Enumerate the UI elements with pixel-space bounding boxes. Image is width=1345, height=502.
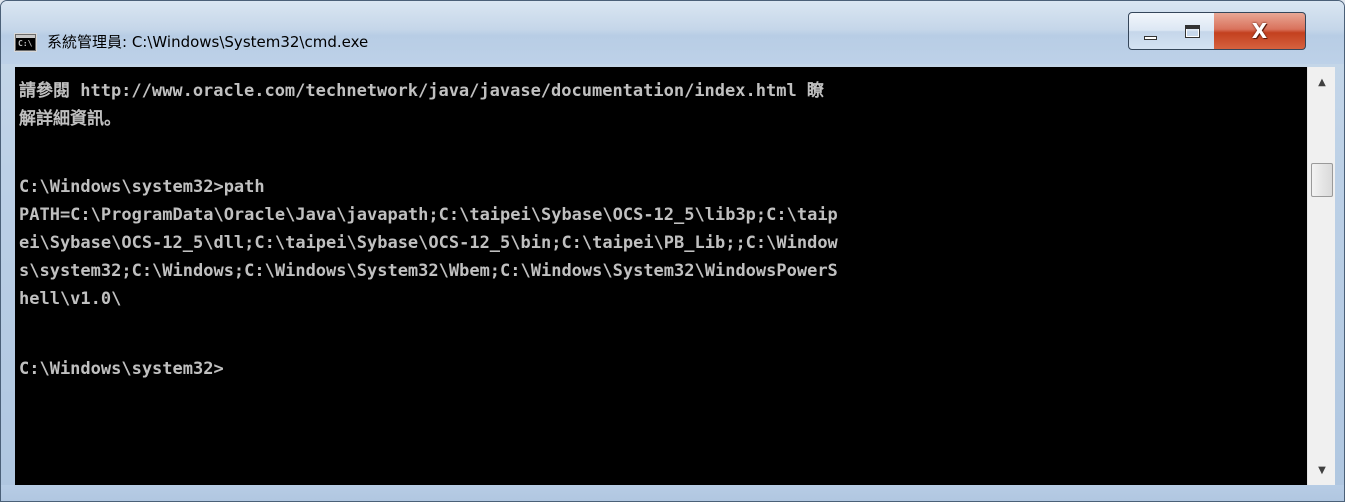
console-line: ei\Sybase\OCS-12_5\dll;C:\taipei\Sybase\… [19,233,838,253]
maximize-icon [1185,24,1200,38]
console-prompt[interactable]: C:\Windows\system32> [19,357,224,381]
console-line: 解詳細資訊。 [19,109,121,129]
scroll-down-arrow-icon[interactable]: ▼ [1308,455,1336,485]
console-line: s\system32;C:\Windows;C:\Windows\System3… [19,261,838,281]
close-icon: X [1251,19,1268,43]
vertical-scrollbar[interactable]: ▲ ▼ [1307,67,1335,485]
cmd-app-icon[interactable]: C:\ [14,33,37,52]
window-bottom-frame [1,485,1344,501]
cmd-window: C:\ 系統管理員: C:\Windows\System32\cmd.exe X… [0,0,1345,502]
icon-text: C:\ [18,39,33,48]
console-output[interactable]: 請參閱 http://www.oracle.com/technetwork/ja… [15,67,1307,485]
console-line: C:\Windows\system32>path [19,177,265,197]
minimize-icon [1143,36,1157,40]
minimize-button[interactable] [1128,12,1172,50]
scroll-up-arrow-icon[interactable]: ▲ [1308,67,1336,97]
scrollbar-thumb[interactable] [1311,163,1333,197]
maximize-button[interactable] [1171,12,1215,50]
window-title: 系統管理員: C:\Windows\System32\cmd.exe [47,33,369,51]
console-line: 請參閱 http://www.oracle.com/technetwork/ja… [19,81,824,101]
title-bar[interactable]: C:\ 系統管理員: C:\Windows\System32\cmd.exe X [1,1,1344,64]
close-button[interactable]: X [1214,12,1306,50]
icon-bar [16,35,35,38]
console-line: hell\v1.0\ [19,289,122,309]
console-line: PATH=C:\ProgramData\Oracle\Java\javapath… [19,205,838,225]
